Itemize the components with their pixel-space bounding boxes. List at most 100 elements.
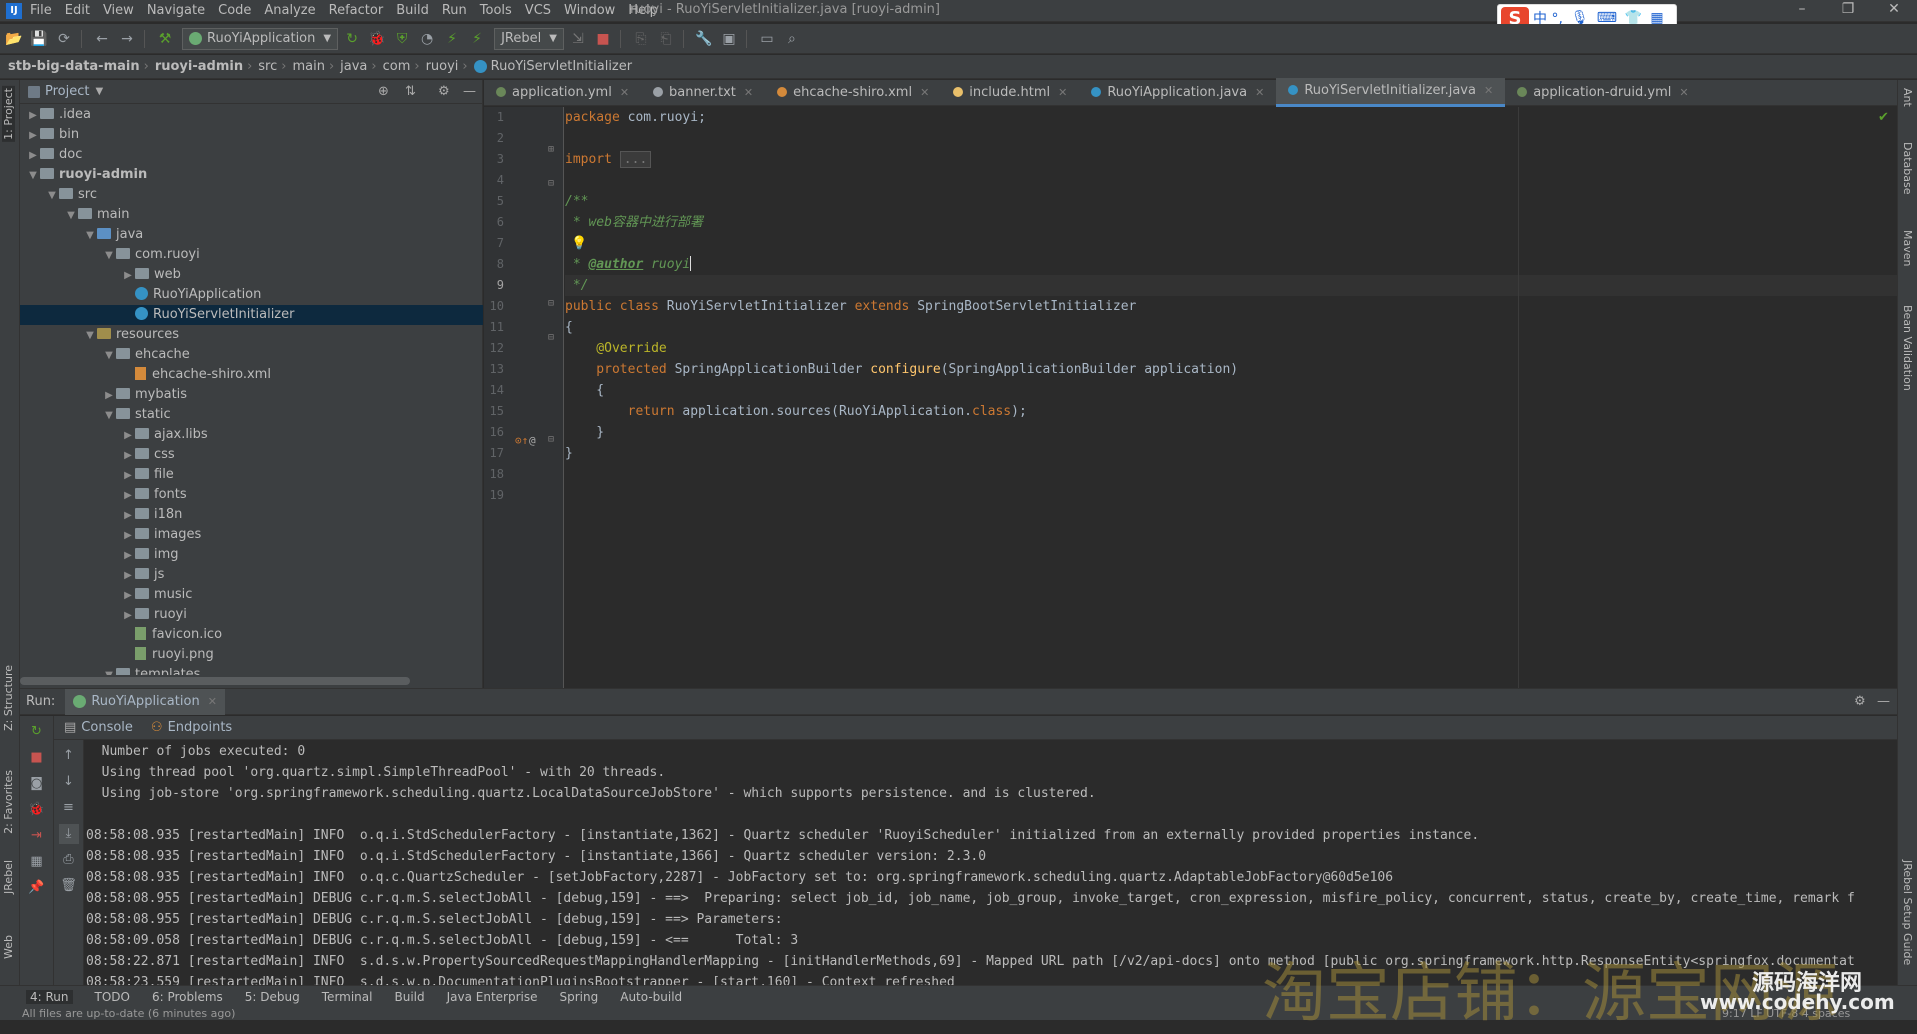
horizontal-scrollbar[interactable] <box>20 677 410 685</box>
bottom-tab-problems[interactable]: 6: Problems <box>152 990 223 1004</box>
tree-node[interactable]: ▶ .idea <box>20 105 483 125</box>
chevron-right-icon[interactable]: ▶ <box>121 526 135 546</box>
vcs-update-icon[interactable]: ⎗ <box>655 28 677 50</box>
chevron-right-icon[interactable]: ▶ <box>121 446 135 466</box>
tool-tab-project[interactable]: 1: Project <box>2 86 15 142</box>
minimize-icon[interactable]: – <box>1787 1 1817 17</box>
close-tab-icon[interactable]: ✕ <box>620 86 629 99</box>
chevron-right-icon[interactable]: ▶ <box>121 466 135 486</box>
terminal-icon[interactable]: ▭ <box>756 28 778 50</box>
tree-node[interactable]: ehcache-shiro.xml <box>20 365 483 385</box>
tree-node[interactable]: ▶ js <box>20 565 483 585</box>
jrebel-select[interactable]: JRebel ▼ <box>494 27 564 50</box>
chevron-right-icon[interactable]: ▶ <box>121 606 135 626</box>
tree-node[interactable]: ruoyi.png <box>20 645 483 665</box>
bottom-tab-debug[interactable]: 5: Debug <box>245 990 300 1004</box>
jrebel-debug-icon[interactable]: ⚡ <box>466 28 488 50</box>
collapse-all-icon[interactable]: ⇅ <box>405 84 416 99</box>
tool-tab-jrebel[interactable]: JRebel <box>2 860 15 894</box>
exit-icon[interactable]: ⇥ <box>27 826 47 846</box>
chevron-down-icon[interactable]: ▼ <box>102 346 116 366</box>
stop-icon[interactable]: ■ <box>592 28 614 50</box>
project-title[interactable]: Project <box>45 84 89 99</box>
tool-tab-favorites[interactable]: 2: Favorites <box>2 770 15 834</box>
chevron-down-icon[interactable]: ▼ <box>26 166 40 186</box>
menu-navigate[interactable]: Navigate <box>147 3 205 18</box>
menu-refactor[interactable]: Refactor <box>329 3 384 18</box>
chevron-right-icon[interactable]: ▶ <box>121 566 135 586</box>
inspection-ok-icon[interactable]: ✔ <box>1878 110 1889 125</box>
tree-node[interactable]: ▶ ajax.libs <box>20 425 483 445</box>
editor-tab[interactable]: ehcache-shiro.xml ✕ <box>765 80 941 106</box>
tree-node[interactable]: ▶ fonts <box>20 485 483 505</box>
breadcrumb-item[interactable]: main <box>292 59 324 74</box>
jrebel-run-icon[interactable]: ⚡ <box>441 28 463 50</box>
chevron-right-icon[interactable]: ▶ <box>121 486 135 506</box>
tree-node[interactable]: ▶ i18n <box>20 505 483 525</box>
vcs-icon[interactable]: ⎘ <box>630 28 652 50</box>
breadcrumb-item[interactable]: com <box>383 59 411 74</box>
menu-vcs[interactable]: VCS <box>525 3 551 18</box>
tree-node[interactable]: ▶ music <box>20 585 483 605</box>
editor-tab[interactable]: banner.txt ✕ <box>641 80 765 106</box>
tool-tab-bean-validation[interactable]: Bean Validation <box>1901 305 1914 391</box>
sync-icon[interactable]: ⟳ <box>53 28 75 50</box>
project-structure-icon[interactable]: ▣ <box>718 28 740 50</box>
scroll-to-end-icon[interactable]: ⤓ <box>58 824 79 844</box>
bottom-tab-terminal[interactable]: Terminal <box>322 990 373 1004</box>
coverage-icon[interactable]: ⛨ <box>391 28 413 50</box>
chevron-down-icon[interactable]: ▼ <box>64 206 78 226</box>
hide-icon[interactable]: — <box>463 84 476 99</box>
bottom-tab-spring[interactable]: Spring <box>560 990 599 1004</box>
search-icon[interactable]: ⌕ <box>781 28 803 50</box>
tree-node[interactable]: favicon.ico <box>20 625 483 645</box>
tool-tab-ant[interactable]: Ant <box>1901 88 1914 107</box>
menu-build[interactable]: Build <box>396 3 429 18</box>
close-tab-icon[interactable]: ✕ <box>1484 84 1493 97</box>
tree-node[interactable]: RuoYiServletInitializer <box>20 305 483 325</box>
chevron-down-icon[interactable]: ▼ <box>102 406 116 426</box>
run-config-select[interactable]: RuoYiApplication ▼ <box>182 27 339 50</box>
editor-tab[interactable]: RuoYiApplication.java ✕ <box>1079 80 1276 106</box>
folded-imports[interactable]: ... <box>619 151 652 168</box>
fold-icon[interactable]: ⊞ <box>548 144 554 155</box>
tree-node[interactable]: RuoYiApplication <box>20 285 483 305</box>
close-tab-icon[interactable]: ✕ <box>1679 86 1688 99</box>
stop-icon[interactable]: ■ <box>27 748 47 768</box>
chevron-right-icon[interactable]: ▶ <box>26 126 40 146</box>
pin-icon[interactable]: 📌 <box>27 878 47 898</box>
debug-bug-icon[interactable]: 🐞 <box>27 800 47 820</box>
tree-node[interactable]: ▶ images <box>20 525 483 545</box>
tree-node[interactable]: ▶ img <box>20 545 483 565</box>
open-folder-icon[interactable]: 📂 <box>3 28 25 50</box>
tree-node[interactable]: ▼ static <box>20 405 483 425</box>
breadcrumb-item[interactable]: ruoyi-admin <box>155 59 243 74</box>
breadcrumb-item[interactable]: stb-big-data-main <box>8 59 140 74</box>
lightbulb-icon[interactable]: 💡 <box>571 233 587 254</box>
chevron-down-icon[interactable]: ▼ <box>95 86 103 97</box>
close-tab-icon[interactable]: ✕ <box>208 695 217 708</box>
profile-icon[interactable]: ◔ <box>416 28 438 50</box>
code-area[interactable]: package com.ruoyi; import ... /** * web容… <box>565 107 1897 688</box>
back-arrow-icon[interactable]: ← <box>91 28 113 50</box>
tree-node[interactable]: ▶ doc <box>20 145 483 165</box>
run-config-tab[interactable]: RuoYiApplication ✕ <box>65 688 225 715</box>
chevron-right-icon[interactable]: ▶ <box>26 146 40 166</box>
debug-bug-icon[interactable]: 🐞 <box>366 28 388 50</box>
bottom-tab-auto-build[interactable]: Auto-build <box>620 990 682 1004</box>
fold-icon[interactable]: ⊟ <box>548 434 554 445</box>
tree-node[interactable]: ▼ java <box>20 225 483 245</box>
maximize-icon[interactable]: ❐ <box>1833 1 1863 17</box>
close-tab-icon[interactable]: ✕ <box>1255 86 1264 99</box>
chevron-right-icon[interactable]: ▶ <box>121 426 135 446</box>
tree-node[interactable]: ▼ src <box>20 185 483 205</box>
tree-node[interactable]: ▶ bin <box>20 125 483 145</box>
editor-tab[interactable]: application-druid.yml ✕ <box>1505 80 1700 106</box>
override-marker-icon[interactable]: ⊙↑ <box>515 434 528 447</box>
bottom-tab-todo[interactable]: TODO <box>95 990 130 1004</box>
build-hammer-icon[interactable]: ⚒ <box>154 28 176 50</box>
close-tab-icon[interactable]: ✕ <box>920 86 929 99</box>
soft-wrap-icon[interactable]: ≡ <box>59 798 79 818</box>
chevron-right-icon[interactable]: ▶ <box>102 386 116 406</box>
chevron-down-icon[interactable]: ▼ <box>83 326 97 346</box>
